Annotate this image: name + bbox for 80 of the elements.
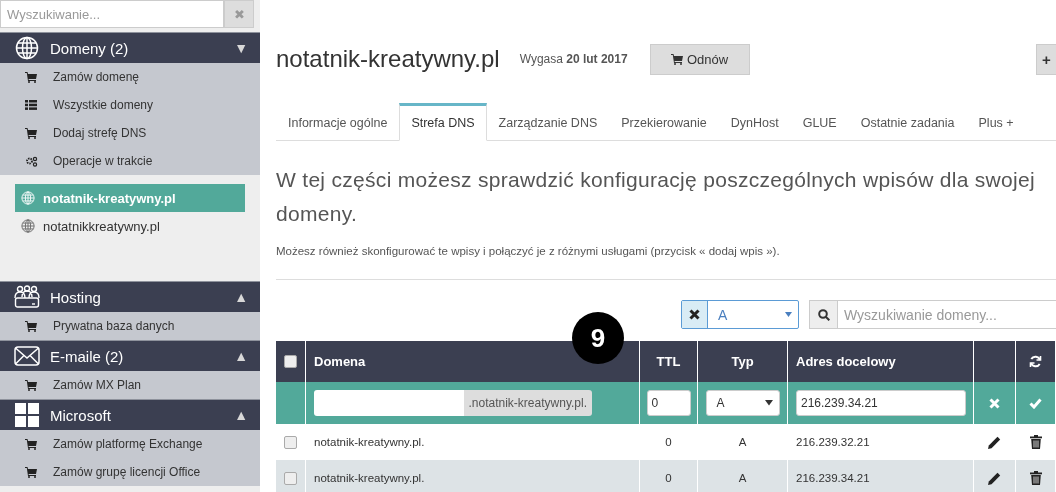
renew-button[interactable]: Odnów (649, 43, 750, 75)
arrow-icon: ▲ (234, 407, 248, 423)
table-cell: notatnik-kreatywny.pl. (314, 436, 425, 448)
table-cell: 0 (665, 436, 672, 448)
caret-icon (785, 312, 792, 317)
menu-item[interactable]: Wszystkie domeny (0, 91, 260, 119)
table-cell: notatnik-kreatywny.pl. (314, 472, 425, 484)
menu-section-header[interactable]: Hosting ▲ (0, 282, 260, 312)
column-header: TTL (656, 354, 681, 369)
pencil-icon (988, 435, 1001, 449)
gears-icon (25, 155, 38, 167)
arrow-icon: ▼ (234, 40, 248, 56)
cart-icon (25, 466, 37, 478)
column-header: Adres docelowy (796, 354, 896, 369)
menu-item[interactable]: Zamów platformę Exchange (0, 430, 260, 458)
tab[interactable]: Zarządzanie DNS (486, 103, 610, 141)
pencil-icon (988, 471, 1001, 485)
checkbox[interactable] (284, 435, 297, 449)
windows-icon (15, 403, 39, 427)
search-field[interactable]: Wyszukiwanie domeny... (809, 300, 1056, 329)
description-text: Możesz również skonfigurować te wpisy i połączyć je z różnymi usługami (przycisk « dodaj wpis »). (276, 245, 781, 257)
cart-icon (25, 320, 37, 332)
globe-icon (15, 36, 39, 60)
menu-item[interactable]: Operacje w trakcie (0, 147, 260, 175)
menu-item[interactable]: Zamów domenę (0, 63, 260, 91)
tab[interactable]: Przekierowanie (609, 103, 719, 141)
section-heading: W tej części możesz sprawdzić konfigurację poszczególnych wpisów dla swojej domeny. (276, 167, 1036, 227)
globe-icon (21, 219, 35, 233)
clear-filter-button[interactable] (682, 301, 708, 328)
close-icon (989, 397, 1000, 409)
subdomain-input[interactable] (314, 390, 464, 416)
table-cell: 216.239.32.21 (796, 436, 870, 448)
checkbox[interactable] (284, 471, 297, 485)
cart-icon (25, 71, 37, 83)
search-icon (817, 308, 830, 321)
tab[interactable]: Informacje ogólne (276, 103, 400, 141)
cart-icon (25, 127, 37, 139)
menu-item[interactable]: Zamów MX Plan (0, 371, 260, 399)
table-cell: A (738, 472, 747, 484)
page-title: notatnik-kreatywny.pl (276, 45, 500, 73)
checkbox[interactable] (284, 355, 297, 368)
ttl-field[interactable]: 0 (646, 390, 691, 416)
globe-icon (21, 191, 35, 205)
add-button[interactable]: + (1036, 43, 1056, 75)
check-icon (1029, 397, 1042, 409)
trash-icon (1029, 471, 1042, 485)
tab[interactable]: GLUE (790, 103, 849, 141)
table-cell: A (738, 436, 747, 448)
cart-icon (25, 379, 37, 391)
table-cell: 216.239.34.21 (796, 472, 870, 484)
arrow-icon: ▲ (234, 348, 248, 364)
step-badge: 9 (572, 312, 624, 364)
tab[interactable]: DynHost (718, 103, 791, 141)
arrow-icon: ▲ (234, 289, 248, 305)
envelope-icon (14, 346, 40, 366)
tab[interactable]: Ostatnie zadania (848, 103, 967, 141)
menu-section-header[interactable]: Domeny (2) ▼ (0, 33, 260, 63)
trash-icon (1029, 435, 1042, 449)
cart-icon (25, 438, 37, 450)
close-icon (689, 309, 700, 320)
tab[interactable]: Strefa DNS (399, 103, 487, 141)
tab[interactable]: Plus + (966, 103, 1026, 141)
column-header: Typ (731, 354, 754, 369)
menu-section-header[interactable]: E-maile (2) ▲ (0, 341, 260, 371)
table-cell: 0 (665, 472, 672, 484)
column-header: Domena (314, 354, 366, 369)
cart-icon (671, 53, 683, 65)
list-icon (25, 100, 37, 110)
refresh-icon[interactable] (1029, 355, 1042, 368)
caret-icon (764, 400, 773, 406)
people-icon (14, 285, 40, 309)
menu-item[interactable]: Zamów grupę licencji Office (0, 458, 260, 486)
menu-item[interactable]: Dodaj strefę DNS (0, 119, 260, 147)
menu-item[interactable]: Prywatna baza danych (0, 312, 260, 340)
search-field[interactable]: Wyszukiwanie... (0, 0, 224, 28)
expiry-date: Wygasa 20 lut 2017 (519, 52, 628, 66)
target-field[interactable]: 216.239.34.21 (796, 390, 966, 416)
type-dropdown[interactable]: A (705, 390, 780, 416)
domain-item[interactable]: notatnikkreatywny.pl (15, 212, 245, 240)
menu-section-header[interactable]: Microsoft ▲ (0, 400, 260, 430)
